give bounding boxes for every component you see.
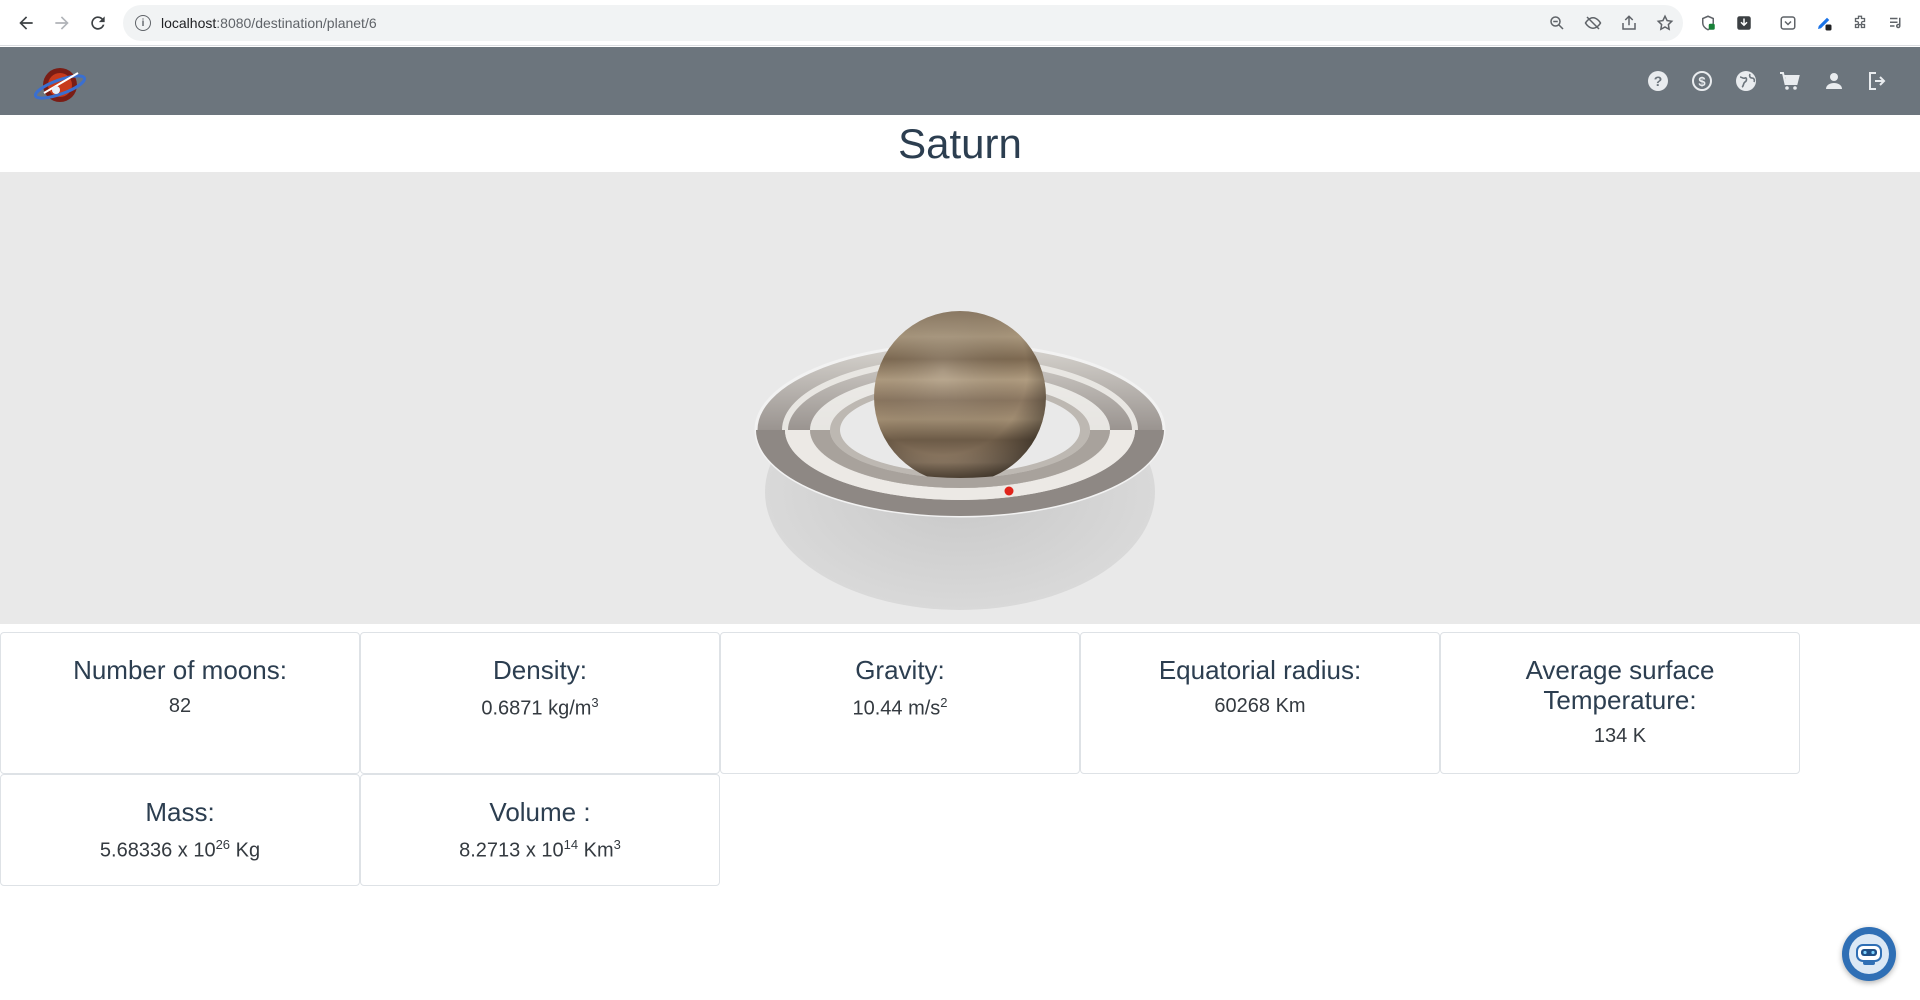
profile-icon[interactable] (1914, 5, 1920, 41)
globe-button[interactable] (1724, 59, 1768, 103)
temperature-label-line1: Average surface (1525, 655, 1715, 685)
header-actions: ? $ (1636, 47, 1900, 115)
help-icon: ? (1648, 71, 1668, 91)
download-extension-icon[interactable] (1726, 5, 1762, 41)
moons-card: Number of moons: 82 (0, 632, 360, 774)
moons-value: 82 (168, 695, 192, 717)
browser-toolbar: i localhost:8080/destination/planet/6 (0, 0, 1920, 46)
location-marker[interactable] (1004, 486, 1014, 496)
extension-bar (1690, 5, 1920, 41)
svg-text:$: $ (1698, 74, 1706, 89)
svg-text:?: ? (1654, 73, 1663, 89)
pen-extension-icon[interactable] (1806, 5, 1842, 41)
page-title: Saturn (898, 119, 1022, 167)
volume-value: 8.2713 x 1014 Km3 (459, 837, 621, 862)
radius-value: 60268 Km (1214, 695, 1306, 717)
radius-card: Equatorial radius: 60268 Km (1080, 632, 1440, 774)
cart-icon (1780, 72, 1800, 90)
help-button[interactable]: ? (1636, 59, 1680, 103)
exchange-button[interactable]: $ (1680, 59, 1724, 103)
arrow-left-icon (19, 16, 33, 30)
address-bar[interactable]: i localhost:8080/destination/planet/6 (123, 5, 1683, 41)
saturn-render (754, 311, 1166, 610)
density-value: 0.6871 kg/m3 (481, 695, 599, 720)
media-icon[interactable] (1878, 5, 1914, 41)
app-header: ? $ (0, 47, 1920, 115)
moons-label: Number of moons: (73, 655, 287, 685)
volume-card: Volume : 8.2713 x 1014 Km3 (360, 774, 720, 886)
logout-button[interactable] (1856, 59, 1900, 103)
user-icon (1826, 73, 1842, 89)
user-button[interactable] (1812, 59, 1856, 103)
share-icon[interactable] (1611, 5, 1647, 41)
robot-icon (1849, 934, 1889, 974)
reload-icon (91, 16, 105, 30)
globe-icon (1736, 71, 1756, 91)
temperature-label-line2: Temperature: (1543, 685, 1697, 715)
url-path: :8080/destination/planet/6 (216, 15, 377, 31)
pocket-icon[interactable] (1770, 5, 1806, 41)
url-host: localhost (161, 15, 217, 31)
arrow-right-icon (55, 16, 69, 30)
shield-extension-icon[interactable] (1690, 5, 1726, 41)
zoom-out-icon[interactable] (1539, 5, 1575, 41)
logout-icon (1869, 72, 1886, 90)
mass-label: Mass: (145, 797, 215, 827)
exchange-icon: $ (1692, 71, 1712, 91)
app-logo[interactable] (30, 57, 90, 105)
volume-label: Volume : (489, 797, 591, 827)
density-card: Density: 0.6871 kg/m3 (360, 632, 720, 774)
site-info-icon[interactable]: i (135, 15, 151, 31)
mass-value: 5.68336 x 1026 Kg (99, 837, 261, 862)
density-label: Density: (493, 655, 587, 685)
forward-button[interactable] (44, 5, 80, 41)
mass-card: Mass: 5.68336 x 1026 Kg (0, 774, 360, 886)
radius-label: Equatorial radius: (1158, 655, 1362, 685)
eye-off-icon[interactable] (1575, 5, 1611, 41)
bookmark-star-icon[interactable] (1647, 5, 1683, 41)
planet-3d-viewer[interactable] (0, 172, 1920, 624)
back-button[interactable] (8, 5, 44, 41)
gravity-card: Gravity: 10.44 m/s2 (720, 632, 1080, 774)
temperature-value: 134 K (1593, 725, 1647, 747)
temperature-card: Average surface Temperature: 134 K (1440, 632, 1800, 774)
gravity-label: Gravity: (855, 655, 945, 685)
cart-button[interactable] (1768, 59, 1812, 103)
puzzle-icon[interactable] (1842, 5, 1878, 41)
gravity-value: 10.44 m/s2 (852, 695, 948, 720)
reload-button[interactable] (80, 5, 116, 41)
chat-assistant-button[interactable] (1842, 927, 1896, 981)
